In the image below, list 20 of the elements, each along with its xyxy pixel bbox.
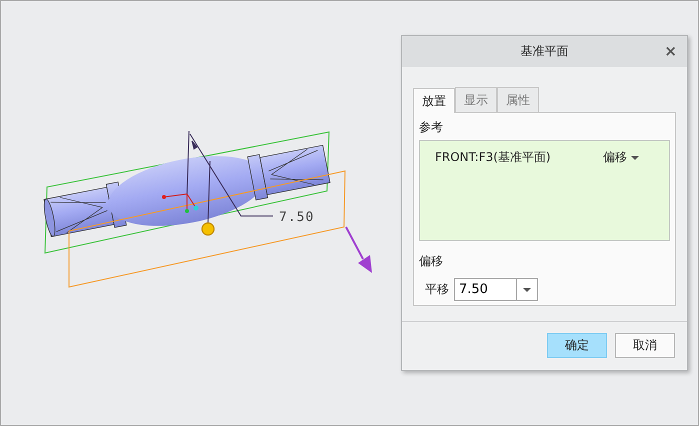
field-label: 平移 xyxy=(425,281,449,298)
constraint-dropdown[interactable]: 偏移 xyxy=(603,149,639,166)
cancel-button[interactable]: 取消 xyxy=(615,333,675,358)
coordinate-axes-icon xyxy=(162,194,198,213)
ok-button[interactable]: 确定 xyxy=(547,333,607,358)
reference-item[interactable]: FRONT:F3(基准平面) xyxy=(435,149,551,166)
dimension-value[interactable]: 7.50 xyxy=(279,210,314,225)
tab[interactable]: 放置 xyxy=(413,88,455,113)
caret-icon xyxy=(631,156,639,160)
drag-handle[interactable] xyxy=(201,222,215,236)
direction-arrow-icon xyxy=(345,226,372,273)
section-label: 参考 xyxy=(419,119,444,136)
caret-icon xyxy=(523,288,531,292)
dropdown-button[interactable] xyxy=(516,278,538,301)
offset-value-field[interactable]: 7.50 xyxy=(454,278,516,301)
tab[interactable]: 属性 xyxy=(497,87,539,112)
close-button[interactable]: × xyxy=(664,44,677,58)
section-label: 偏移 xyxy=(419,253,444,270)
tab[interactable]: 显示 xyxy=(455,87,497,112)
dialog-title: 基准平面 xyxy=(520,43,568,60)
